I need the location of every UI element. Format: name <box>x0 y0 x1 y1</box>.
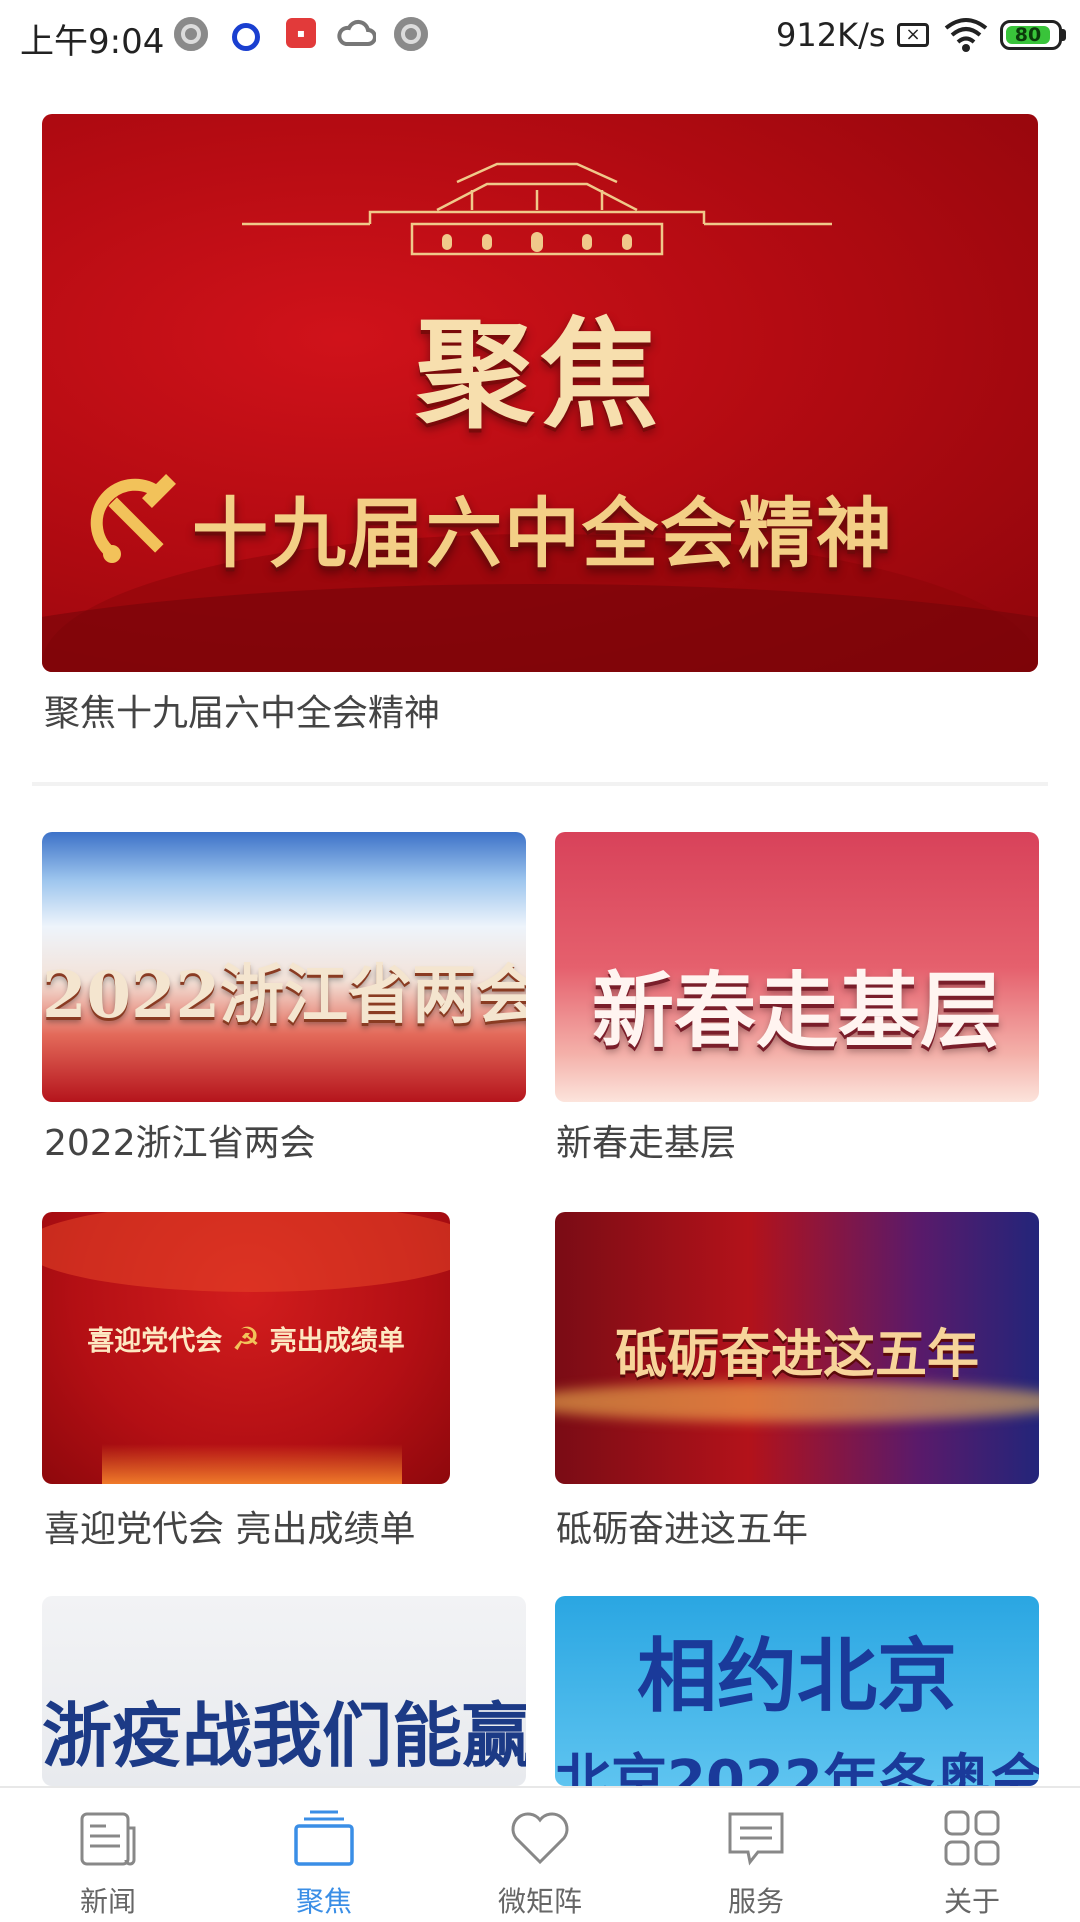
heart-icon <box>511 1812 569 1865</box>
thumbnail-title: 2022浙江省两会 <box>42 958 526 1033</box>
hero-title-line1: 聚焦 <box>415 305 664 444</box>
wifi-icon <box>944 18 988 52</box>
topic-caption[interactable]: 2022浙江省两会 <box>44 1114 316 1166</box>
status-time: 上午9:04 <box>20 22 165 62</box>
thumbnail-title: 砥砺奋进这五年 <box>614 1324 979 1385</box>
tab-label: 聚焦 <box>295 1885 352 1918</box>
topic-caption[interactable]: 新春走基层 <box>556 1114 736 1166</box>
topic-thumbnail[interactable]: 喜迎党代会 ☭ 亮出成绩单 <box>42 1212 450 1484</box>
topic-caption[interactable]: 喜迎党代会 亮出成绩单 <box>44 1500 415 1552</box>
tab-label: 新闻 <box>79 1885 136 1918</box>
network-speed: 912K/s <box>776 16 886 54</box>
thumbnail-title: 相约北京 <box>637 1629 957 1723</box>
tab-news[interactable]: 新闻 <box>0 1788 216 1922</box>
hero-caption[interactable]: 聚焦十九届六中全会精神 <box>44 684 440 736</box>
thumbnail-title: 浙疫战我们能赢 <box>42 1694 526 1777</box>
topic-thumbnail[interactable]: 2022浙江省两会 <box>42 832 526 1102</box>
tiananmen-gate-icon <box>242 162 832 256</box>
hero-title-line2: 十九届六中全会精神 <box>192 489 894 578</box>
sim-off-icon: × <box>897 23 929 47</box>
topic-thumbnail[interactable]: 浙疫战我们能赢 <box>42 1596 526 1786</box>
tab-label: 关于 <box>943 1885 1000 1918</box>
decor-skyline <box>102 1444 402 1484</box>
news-icon <box>80 1812 136 1866</box>
message-icon <box>728 1812 784 1866</box>
focus-icon <box>294 1810 354 1866</box>
thumbnail-title: 喜迎党代会 ☭ 亮出成绩单 <box>87 1320 405 1358</box>
topic-thumbnail[interactable]: 相约北京 北京2022年冬奥会 <box>555 1596 1039 1786</box>
tab-label: 微矩阵 <box>497 1885 582 1918</box>
notification-app-icon <box>174 17 208 51</box>
thumbnail-subtitle: 北京2022年冬奥会 <box>555 1749 1039 1786</box>
topic-caption[interactable]: 砥砺奋进这五年 <box>556 1500 808 1552</box>
battery-icon: 80 <box>1000 20 1062 50</box>
cloud-icon <box>337 19 376 46</box>
thumbnail-title: 新春走基层 <box>591 963 1002 1059</box>
notification-app-icon <box>232 23 260 51</box>
tab-micro-matrix[interactable]: 微矩阵 <box>432 1788 648 1922</box>
battery-tip <box>1061 29 1066 41</box>
tab-services[interactable]: 服务 <box>648 1788 864 1922</box>
tab-focus[interactable]: 聚焦 <box>216 1788 432 1922</box>
topic-thumbnail[interactable]: 新春走基层 <box>555 832 1039 1102</box>
tab-about[interactable]: 关于 <box>864 1788 1080 1922</box>
topic-thumbnail[interactable]: 砥砺奋进这五年 <box>555 1212 1039 1484</box>
notification-app-icon: ▪ <box>286 18 316 48</box>
decor-flag <box>42 1212 450 1292</box>
hammer-sickle-icon: ☭ <box>231 1320 261 1358</box>
grid-icon <box>944 1810 1000 1866</box>
tab-label: 服务 <box>727 1885 784 1918</box>
notification-app-icon <box>394 17 428 51</box>
section-divider <box>32 782 1048 786</box>
hero-thumbnail[interactable]: 聚焦 十九届六中全会精神 <box>42 114 1038 672</box>
battery-level: 80 <box>1006 26 1050 45</box>
status-bar: 上午9:04 ▪ 912K/s × 80 <box>0 0 1080 72</box>
decor-light <box>555 1382 1039 1422</box>
hammer-sickle-icon <box>90 474 176 563</box>
bottom-nav: 新闻 聚焦 微矩阵 服务 关于 <box>0 1786 1080 1922</box>
